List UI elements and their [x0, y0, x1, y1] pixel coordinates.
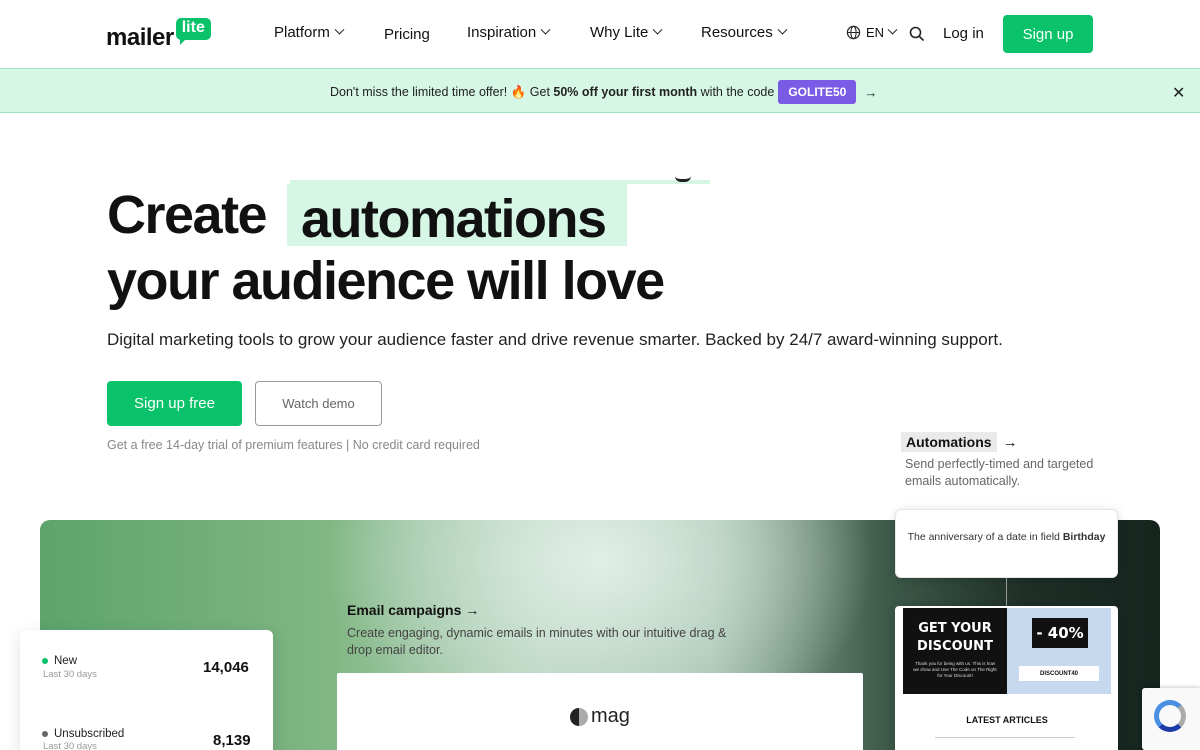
discount-percent: - 40% [1032, 618, 1088, 648]
stat-value-unsubscribed: 8,139 [213, 732, 251, 749]
promo-code[interactable]: GOLITE50 [778, 80, 857, 104]
logo-badge: lite [175, 18, 211, 45]
chevron-down-icon [334, 24, 345, 35]
nav-item-resources[interactable]: Resources [701, 24, 788, 41]
nav-item-inspiration[interactable]: Inspiration [467, 24, 551, 41]
trigger-field: Birthday [1062, 531, 1106, 543]
close-icon[interactable]: ✕ [1172, 83, 1185, 103]
search-icon[interactable] [909, 26, 925, 42]
article-text-lines [935, 737, 1075, 740]
stat-label-new: New [42, 655, 77, 667]
nav-label: Platform [274, 24, 330, 41]
promo-text: Get [529, 85, 550, 99]
trigger-text: The anniversary of a date in field [907, 531, 1060, 543]
arrow-right-icon[interactable]: → [864, 85, 877, 100]
email-campaigns-desc: Create engaging, dynamic emails in minut… [347, 626, 727, 657]
globe-icon [846, 25, 861, 40]
chevron-down-icon [540, 24, 551, 35]
email-campaigns-link[interactable]: Email campaigns → [347, 602, 479, 618]
discount-code: DISCOUNT40 [1019, 666, 1099, 681]
promo-text: Don't miss the limited time offer! [330, 85, 508, 99]
automations-label: Automations [901, 432, 997, 452]
language-code: EN [866, 25, 885, 40]
automation-trigger-text: The anniversary of a date in field Birth… [905, 530, 1108, 544]
promo-message: Don't miss the limited time offer! 🔥 Get… [330, 80, 877, 104]
nav-label: Why Lite [590, 24, 649, 41]
signup-button[interactable]: Sign up [1003, 15, 1093, 53]
nav-item-pricing[interactable]: Pricing [384, 26, 430, 43]
automations-link[interactable]: Automations → [901, 432, 1018, 452]
stat-label-text: Unsubscribed [54, 728, 125, 740]
promo-text: with the code [700, 85, 775, 99]
arrow-right-icon: → [1002, 433, 1018, 451]
nav-label: Pricing [384, 26, 430, 43]
nav-label: Resources [701, 24, 773, 41]
latest-articles-heading: LATEST ARTICLES [966, 715, 1048, 725]
stat-label-text: New [54, 655, 78, 667]
language-selector[interactable]: EN [846, 24, 898, 40]
hero-subtitle: Digital marketing tools to grow your aud… [107, 330, 1003, 349]
discount-fine-print: Thank you for being with us. This is how… [913, 661, 997, 678]
recaptcha-icon [1154, 700, 1186, 732]
nav-item-platform[interactable]: Platform [274, 24, 345, 41]
login-link[interactable]: Log in [943, 25, 984, 42]
logo-word: mailer [106, 24, 174, 51]
status-dot [42, 658, 48, 664]
top-nav: mailer lite Platform Pricing Inspiration… [0, 0, 1200, 68]
chevron-down-icon [652, 24, 663, 35]
status-dot [42, 731, 48, 737]
hero-title-start: Create [107, 185, 268, 245]
workflow-connector [1006, 578, 1007, 606]
nav-label: Inspiration [467, 24, 537, 41]
hero-title-line2: your audience will love [107, 251, 665, 311]
mag-logo: mag [570, 705, 630, 728]
mag-logo-icon [570, 707, 588, 726]
promo-banner: Don't miss the limited time offer! 🔥 Get… [0, 68, 1200, 113]
mag-logo-word: mag [591, 705, 630, 727]
automations-desc: Send perfectly-timed and targeted emails… [905, 457, 1094, 488]
promo-offer: 50% off your first month [553, 85, 698, 99]
watch-demo-button[interactable]: Watch demo [255, 381, 382, 426]
stat-label-unsubscribed: Unsubscribed [42, 728, 124, 740]
stat-sub: Last 30 days [43, 741, 97, 750]
stat-value-new: 14,046 [203, 659, 249, 676]
chevron-down-icon [887, 24, 898, 35]
fire-icon: 🔥 [510, 84, 527, 99]
chevron-down-icon [777, 24, 788, 35]
stat-sub: Last 30 days [43, 669, 97, 680]
discount-headline: GET YOUR DISCOUNT [917, 621, 993, 654]
nav-item-why-lite[interactable]: Why Lite [590, 24, 663, 41]
signup-free-button[interactable]: Sign up free [107, 381, 242, 426]
hero-title-highlight: automations [301, 189, 607, 249]
mailerlite-logo[interactable]: mailer lite [106, 18, 211, 52]
trial-note: Get a free 14-day trial of premium featu… [107, 438, 480, 452]
